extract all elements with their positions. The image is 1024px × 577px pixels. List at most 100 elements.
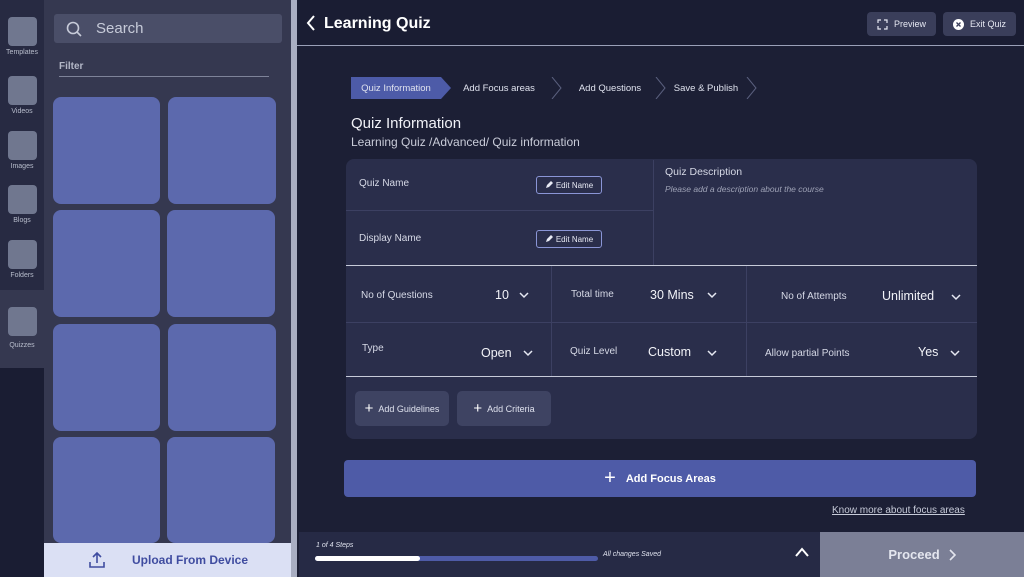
step-arrow xyxy=(746,77,757,99)
proceed-label: Proceed xyxy=(888,547,940,562)
filter-label[interactable]: Filter xyxy=(59,61,83,72)
asset-tile[interactable] xyxy=(53,324,160,431)
add-focus-areas-label: Add Focus Areas xyxy=(625,472,716,485)
sidebar-item-folders[interactable]: Folders xyxy=(0,240,44,279)
folders-icon xyxy=(7,240,37,269)
sidebar-item-label: Blogs xyxy=(13,217,31,224)
card-divider xyxy=(346,265,977,266)
chevron-down-icon[interactable] xyxy=(707,350,717,357)
no-of-questions-select[interactable]: 10 xyxy=(495,288,509,302)
search-placeholder: Search xyxy=(96,20,144,37)
type-select[interactable]: Open xyxy=(481,346,512,360)
total-time-select[interactable]: 30 Mins xyxy=(650,288,694,302)
step-quiz-information[interactable]: Quiz Information xyxy=(351,77,441,99)
asset-tile[interactable] xyxy=(167,437,275,543)
step-label: Add Questions xyxy=(578,82,642,94)
chevron-up-icon[interactable] xyxy=(794,546,810,558)
breadcrumb: Learning Quiz /Advanced/ Quiz informatio… xyxy=(351,135,580,149)
asset-tile[interactable] xyxy=(168,324,276,431)
no-of-attempts-label: No of Attempts xyxy=(781,291,847,302)
edit-name-label: Edit Name xyxy=(555,234,594,244)
no-of-attempts-select[interactable]: Unlimited xyxy=(882,289,934,303)
filter-divider xyxy=(59,76,269,77)
pencil-icon xyxy=(545,181,553,188)
add-guidelines-button[interactable]: + Add Guidelines xyxy=(355,391,449,426)
upload-label: Upload From Device xyxy=(132,553,249,567)
asset-tile[interactable] xyxy=(53,97,160,204)
chevron-down-icon[interactable] xyxy=(951,294,961,301)
upload-icon xyxy=(89,551,105,568)
edit-name-label: Edit Name xyxy=(555,180,594,190)
allow-partial-points-label: Allow partial Points xyxy=(765,348,850,359)
step-label: Save & Publish xyxy=(673,82,739,94)
sidebar-item-images[interactable]: Images xyxy=(0,131,44,170)
sidebar-item-label: Images xyxy=(10,163,34,170)
chevron-down-icon[interactable] xyxy=(707,292,717,299)
asset-tile[interactable] xyxy=(53,210,160,317)
step-add-questions[interactable]: Add Questions xyxy=(565,77,655,99)
type-label: Type xyxy=(362,343,384,354)
close-circle-icon xyxy=(952,18,964,30)
section-title: Quiz Information xyxy=(351,115,462,132)
preview-button[interactable]: Preview xyxy=(867,12,936,36)
add-criteria-label: Add Criteria xyxy=(487,403,535,414)
add-guidelines-label: Add Guidelines xyxy=(378,403,440,414)
exit-quiz-button[interactable]: Exit Quiz xyxy=(943,12,1016,36)
footer-bar xyxy=(299,532,820,577)
quiz-description-label: Quiz Description xyxy=(665,166,743,178)
step-label: Quiz Information xyxy=(361,82,431,94)
sidebar-item-label: Folders xyxy=(10,272,34,279)
progress-fill xyxy=(315,556,420,561)
edit-quiz-name-button[interactable]: Edit Name xyxy=(536,176,602,194)
page-title: Learning Quiz xyxy=(324,15,431,32)
asset-tile[interactable] xyxy=(167,210,275,317)
chevron-down-icon[interactable] xyxy=(519,292,529,299)
pencil-icon xyxy=(545,235,553,242)
expand-icon xyxy=(877,18,888,30)
blogs-icon xyxy=(7,185,37,214)
card-divider xyxy=(346,210,653,211)
card-divider xyxy=(551,266,552,376)
card-divider xyxy=(346,322,977,323)
allow-partial-points-select[interactable]: Yes xyxy=(918,345,938,359)
display-name-label: Display Name xyxy=(359,233,422,244)
preview-label: Preview xyxy=(893,19,926,29)
save-status: All changes Saved xyxy=(603,551,661,558)
search-icon xyxy=(66,21,82,37)
chevron-left-icon[interactable] xyxy=(305,14,317,32)
card-divider xyxy=(346,376,977,377)
plus-icon: + xyxy=(364,400,374,417)
sidebar-item-blogs[interactable]: Blogs xyxy=(0,185,44,224)
add-focus-areas-button[interactable]: + Add Focus Areas xyxy=(344,460,976,497)
sidebar-item-videos[interactable]: Videos xyxy=(0,76,44,115)
chevron-right-icon xyxy=(949,548,956,561)
sidebar-item-label: Videos xyxy=(11,108,33,115)
sidebar-item-label: Quizzes xyxy=(9,342,35,349)
step-save-publish[interactable]: Save & Publish xyxy=(664,77,748,99)
proceed-button[interactable]: Proceed xyxy=(820,532,1024,577)
plus-icon: + xyxy=(473,400,483,417)
edit-display-name-button[interactable]: Edit Name xyxy=(536,230,602,248)
search-input[interactable]: Search xyxy=(54,14,282,43)
quiz-description-input[interactable]: Please add a description about the cours… xyxy=(665,184,824,194)
add-criteria-button[interactable]: + Add Criteria xyxy=(457,391,551,426)
sidebar-item-templates[interactable]: Templates xyxy=(0,17,44,56)
chevron-down-icon[interactable] xyxy=(523,350,533,357)
card-divider xyxy=(653,160,654,265)
exit-quiz-label: Exit Quiz xyxy=(969,19,1006,29)
know-more-link[interactable]: Know more about focus areas xyxy=(832,505,965,516)
chevron-down-icon[interactable] xyxy=(950,350,960,357)
step-arrow xyxy=(551,77,562,99)
upload-from-device-button[interactable]: Upload From Device xyxy=(44,543,291,577)
quiz-level-label: Quiz Level xyxy=(570,346,618,357)
videos-icon xyxy=(7,76,37,105)
sidebar-item-quizzes[interactable]: Quizzes xyxy=(0,307,44,349)
asset-tile[interactable] xyxy=(168,97,276,204)
asset-tile[interactable] xyxy=(53,437,160,543)
quiz-level-select[interactable]: Custom xyxy=(648,345,691,359)
step-add-focus-areas[interactable]: Add Focus areas xyxy=(448,77,550,99)
total-time-label: Total time xyxy=(571,289,614,300)
step-label: Add Focus areas xyxy=(463,82,535,94)
steps-counter: 1 of 4 Steps xyxy=(316,542,354,549)
sidebar-item-label: Templates xyxy=(6,49,38,56)
